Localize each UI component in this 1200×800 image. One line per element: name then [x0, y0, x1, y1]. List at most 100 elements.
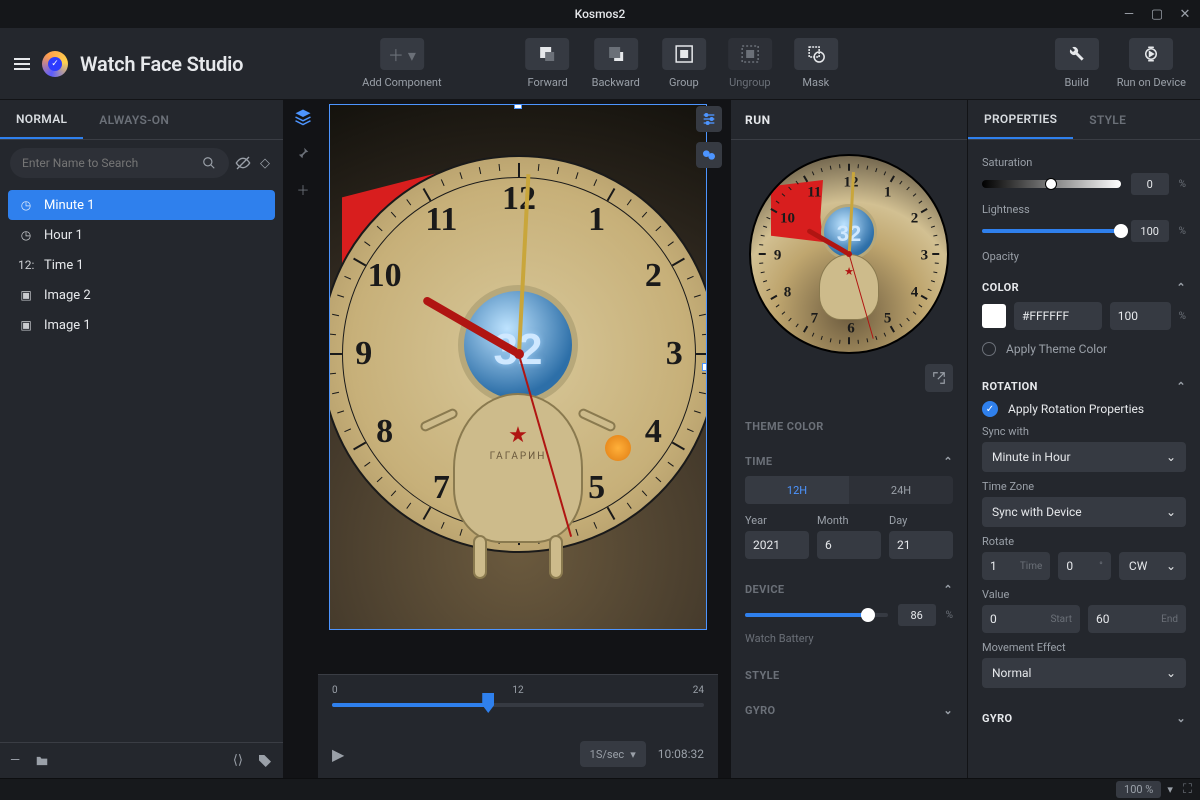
saturation-value[interactable]: 0	[1131, 173, 1169, 195]
search-icon	[201, 155, 217, 171]
time-format-segmented[interactable]: 12H 24H	[745, 476, 953, 504]
color-hex-input[interactable]: #FFFFFF	[1014, 302, 1102, 330]
section-rotation[interactable]: ROTATION⌃	[968, 366, 1200, 401]
section-theme-color[interactable]: THEME COLOR	[731, 406, 967, 441]
rotation-start-input[interactable]: 0Start	[982, 605, 1080, 633]
saturation-slider[interactable]	[982, 180, 1121, 188]
section-gyro-props[interactable]: GYRO⌄	[968, 698, 1200, 733]
section-device[interactable]: DEVICE⌃	[731, 569, 967, 604]
layer-search-input[interactable]	[22, 156, 201, 170]
day-input[interactable]: 21	[889, 531, 953, 559]
timezone-dropdown[interactable]: Sync with Device⌄	[982, 497, 1186, 527]
watch-preview: 121234567891011 32 ★	[749, 154, 949, 354]
add-folder-button[interactable]	[34, 754, 50, 768]
tab-normal[interactable]: NORMAL	[0, 100, 83, 139]
canvas-settings-icon[interactable]	[696, 106, 722, 132]
lightness-value[interactable]: 100	[1131, 220, 1169, 242]
text-icon: 12:	[18, 258, 34, 272]
layers-footer: — ⟨⟩	[0, 742, 283, 778]
time-12h-option[interactable]: 12H	[745, 476, 849, 504]
window-minimize-button[interactable]: —	[1120, 7, 1138, 22]
tab-properties[interactable]: PROPERTIES	[968, 100, 1073, 139]
timeline-mid-label: 12	[512, 685, 523, 696]
zoom-value[interactable]: 100 %	[1116, 781, 1161, 798]
canvas-link-icon[interactable]	[696, 142, 722, 168]
section-time[interactable]: TIME⌃	[731, 441, 967, 476]
remove-layer-button[interactable]: —	[10, 753, 20, 768]
layer-label: Minute 1	[44, 198, 95, 213]
menu-button[interactable]	[14, 58, 30, 70]
movement-effect-dropdown[interactable]: Normal⌄	[982, 658, 1186, 688]
window-maximize-button[interactable]: ▢	[1148, 7, 1166, 22]
apply-rotation-checkbox[interactable]: ✓	[982, 401, 998, 417]
backward-button[interactable]: Backward	[592, 38, 640, 89]
clock-icon: ◷	[18, 198, 34, 212]
section-color[interactable]: COLOR⌃	[968, 267, 1200, 302]
timeline-time-readout: 10:08:32	[658, 747, 704, 761]
forward-button[interactable]: Forward	[526, 38, 570, 89]
layer-item[interactable]: ▣Image 1	[8, 310, 275, 340]
ungroup-button[interactable]: Ungroup	[728, 38, 772, 89]
month-input[interactable]: 6	[817, 531, 881, 559]
lightness-slider[interactable]	[982, 229, 1121, 233]
group-button[interactable]: Group	[662, 38, 706, 89]
timeline-end-label: 24	[693, 685, 704, 696]
timeline-playhead[interactable]	[482, 693, 494, 713]
tab-always-on[interactable]: ALWAYS-ON	[83, 100, 185, 139]
add-component-button[interactable]: ＋ ▾ Add Component	[362, 38, 441, 89]
layer-item[interactable]: ▣Image 2	[8, 280, 275, 310]
section-style[interactable]: STYLE	[731, 655, 967, 690]
year-input[interactable]: 2021	[745, 531, 809, 559]
mask-button[interactable]: Mask	[794, 38, 838, 89]
fullscreen-button[interactable]: ⛶	[1183, 782, 1192, 797]
properties-panel: PROPERTIES STYLE Saturation 0 % Lightnes…	[968, 100, 1200, 778]
layer-label: Time 1	[44, 258, 84, 273]
battery-label: Watch Battery	[745, 632, 953, 645]
window-titlebar: Kosmos2 — ▢ ✕	[0, 0, 1200, 28]
image-icon: ▣	[18, 318, 34, 332]
rotate-direction-dropdown[interactable]: CW⌄	[1119, 552, 1186, 580]
layer-search[interactable]	[10, 148, 229, 178]
build-button[interactable]: Build	[1055, 38, 1099, 89]
canvas-add-icon[interactable]: ＋	[292, 178, 314, 200]
tab-style[interactable]: STYLE	[1073, 100, 1142, 139]
tags-button[interactable]	[257, 753, 273, 769]
canvas-pin-icon[interactable]	[292, 142, 314, 164]
layer-item[interactable]: ◷ Minute 1	[8, 190, 275, 220]
canvas-artboard[interactable]: 121234567891011 32 ★ ГАГАРИН	[329, 104, 707, 630]
apply-theme-color-radio[interactable]	[982, 342, 996, 356]
canvas-layers-icon[interactable]	[292, 106, 314, 128]
timeline: 0 12 24 ▶ 1S/sec▾ 10:08:32	[318, 674, 718, 778]
app-logo-icon: ✓	[42, 51, 68, 77]
app-toolbar: ✓ Watch Face Studio ＋ ▾ Add Component Fo…	[0, 28, 1200, 100]
window-title: Kosmos2	[575, 7, 626, 21]
layer-item[interactable]: 12: Time 1	[8, 250, 275, 280]
lock-toggle-icon[interactable]: ◇	[257, 155, 273, 171]
layer-label: Image 2	[44, 288, 91, 303]
sync-with-dropdown[interactable]: Minute in Hour⌄	[982, 442, 1186, 472]
timeline-start-label: 0	[332, 685, 338, 696]
rotate-angle-input[interactable]: 0°	[1058, 552, 1111, 580]
playback-rate-dropdown[interactable]: 1S/sec▾	[580, 741, 646, 767]
layers-list: ◷Minute 1◷Hour 112:Time 1▣Image 2▣Image …	[0, 186, 283, 344]
rotation-end-input[interactable]: 60End	[1088, 605, 1186, 633]
app-name: Watch Face Studio	[80, 52, 243, 76]
rotate-times-input[interactable]: 1Time	[982, 552, 1050, 580]
layer-item[interactable]: ◷Hour 1	[8, 220, 275, 250]
run-on-device-button[interactable]: Run on Device	[1117, 38, 1186, 89]
time-24h-option[interactable]: 24H	[849, 476, 953, 504]
layers-panel: NORMAL ALWAYS-ON ◇ ◷ Minute 1 ◷Hour 1 12: Ti…	[0, 100, 284, 778]
color-swatch[interactable]	[982, 304, 1006, 328]
section-gyro-run[interactable]: GYRO⌄	[731, 690, 967, 725]
visibility-toggle-icon[interactable]	[235, 155, 251, 171]
play-button[interactable]: ▶	[332, 745, 344, 764]
canvas-area[interactable]: ＋ 121234567891011 32 ★	[284, 100, 730, 778]
code-view-button[interactable]: ⟨⟩	[233, 753, 243, 768]
battery-value[interactable]: 86	[898, 604, 936, 626]
open-preview-button[interactable]	[925, 364, 953, 392]
battery-slider[interactable]	[745, 613, 888, 617]
window-close-button[interactable]: ✕	[1176, 7, 1194, 22]
run-panel-title: RUN	[731, 100, 967, 140]
color-opacity-input[interactable]: 100	[1110, 302, 1171, 330]
digital-time-display: 32	[494, 325, 543, 375]
